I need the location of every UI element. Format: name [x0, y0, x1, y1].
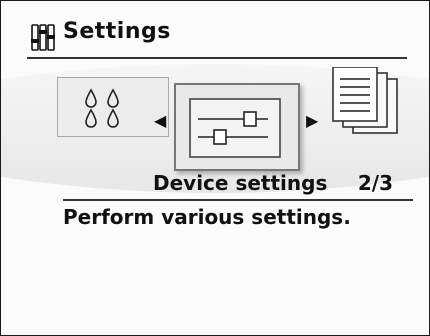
- lcd-screen: Settings ◀ ▶ Device settings 2/3 Perform…: [0, 0, 430, 336]
- page-title: Settings: [63, 19, 171, 44]
- documents-icon: [332, 66, 398, 134]
- selection-label: Device settings: [153, 171, 328, 195]
- carousel-item-device-settings[interactable]: [174, 83, 300, 171]
- selection-caption: Device settings 2/3: [63, 165, 413, 195]
- selection-description: Perform various settings.: [63, 205, 351, 229]
- settings-icon: [31, 24, 55, 51]
- carousel-item-documents[interactable]: [331, 66, 411, 137]
- ink-icon: [85, 88, 119, 128]
- carousel-item-ink[interactable]: [57, 77, 169, 137]
- caption-divider: [63, 199, 413, 201]
- page-indicator: 2/3: [357, 171, 393, 195]
- scroll-right-icon[interactable]: ▶: [306, 111, 318, 130]
- header: Settings: [1, 1, 429, 61]
- scroll-left-icon[interactable]: ◀: [154, 111, 166, 130]
- device-settings-icon: [189, 98, 281, 158]
